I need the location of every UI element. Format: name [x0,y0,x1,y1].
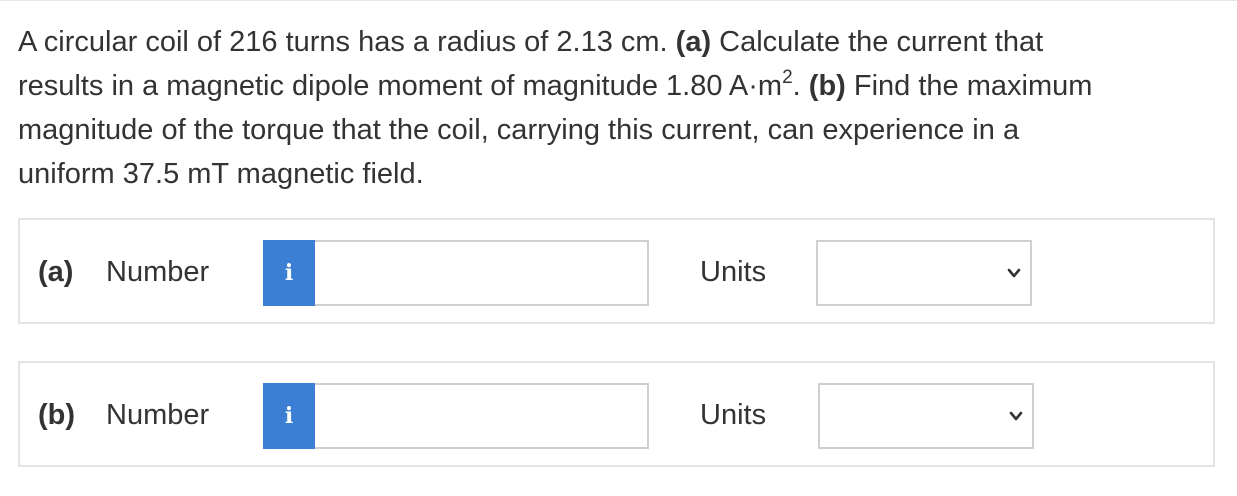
question-text: A circular coil of 216 turns has a radiu… [18,20,1218,196]
question-line-1: A circular coil of 216 turns has a radiu… [18,26,1044,58]
part-a-tag: (a) [675,26,712,58]
info-button[interactable]: i [263,383,315,449]
number-input[interactable] [315,240,649,306]
info-icon: i [284,260,294,286]
units-label: Units [700,256,767,288]
number-label: Number [106,399,210,431]
question-line-3: magnitude of the torque that the coil, c… [18,114,1020,146]
info-icon: i [284,403,294,429]
part-b-tag: (b) [808,70,846,102]
part-label: (a) [38,256,74,288]
units-dropdown[interactable] [818,383,1034,449]
answer-row-b: (b) Number i Units [18,361,1215,467]
info-button[interactable]: i [263,240,315,306]
superscript: 2 [782,67,793,88]
units-dropdown[interactable] [816,240,1032,306]
chevron-down-icon [1007,268,1021,278]
part-label: (b) [38,399,76,431]
question-line-4: uniform 37.5 mT magnetic field. [18,158,424,190]
chevron-down-icon [1009,411,1023,421]
top-divider [0,0,1237,1]
answer-row-a: (a) Number i Units [18,218,1215,324]
number-input[interactable] [315,383,649,449]
number-label: Number [106,256,210,288]
units-label: Units [700,399,767,431]
question-line-2: results in a magnetic dipole moment of m… [18,67,1093,102]
